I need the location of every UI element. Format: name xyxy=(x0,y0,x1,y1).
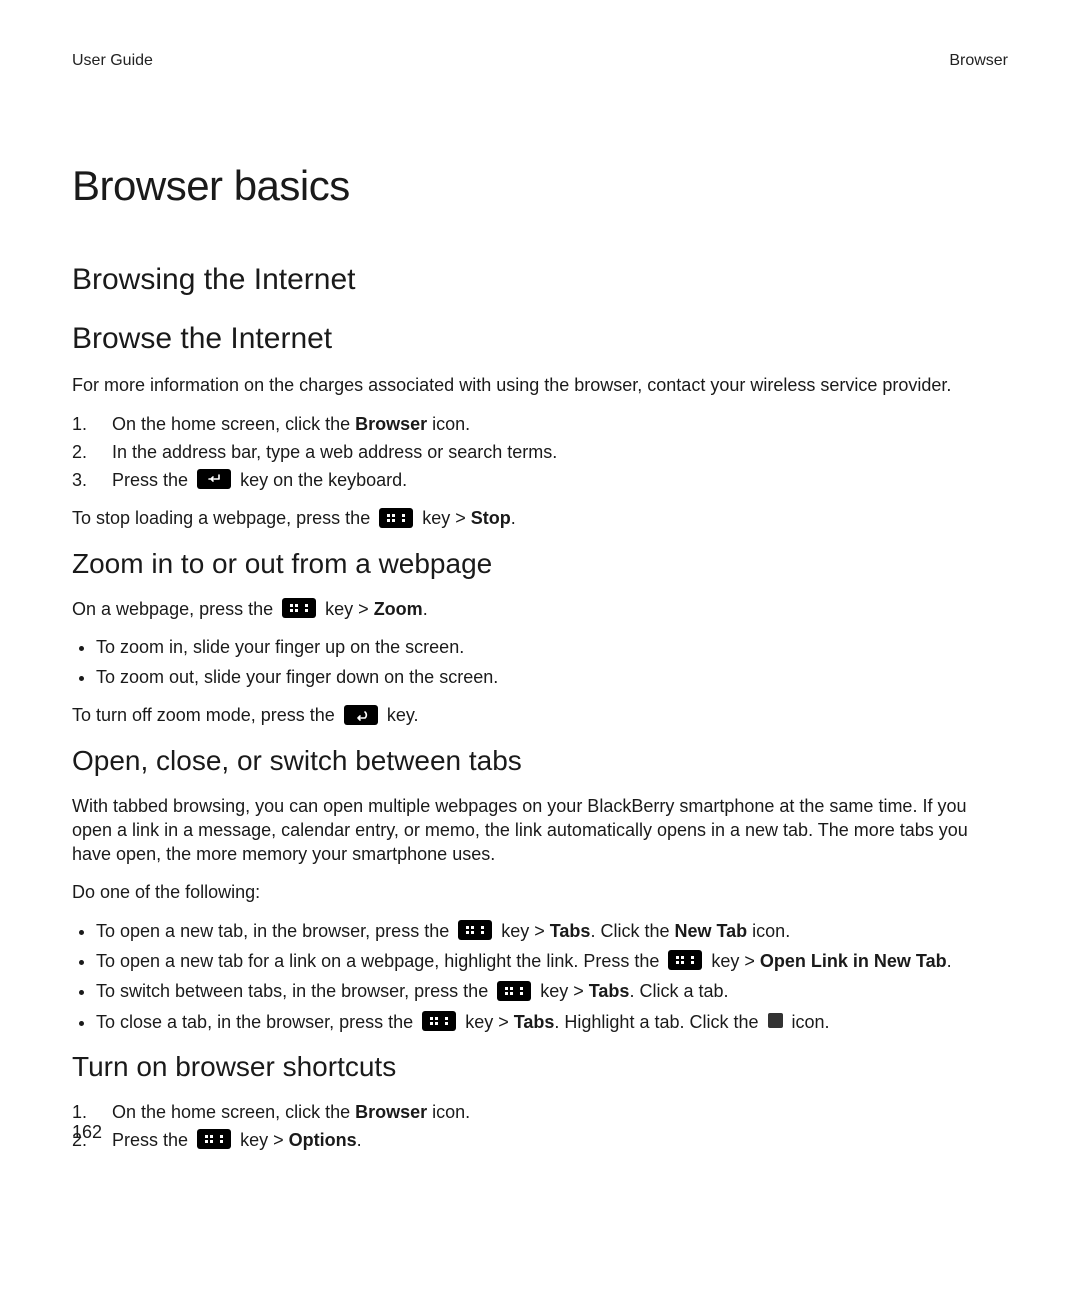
bullet-list: To zoom in, slide your finger up on the … xyxy=(72,635,1008,690)
paragraph: On a webpage, press the key > Zoom. xyxy=(72,597,1008,621)
body-text: key > xyxy=(422,508,471,528)
list-text: To zoom in, slide your finger up on the … xyxy=(96,637,464,657)
step-text: Press the xyxy=(112,470,193,490)
body-text: key > xyxy=(325,599,374,619)
bold-text: New Tab xyxy=(674,921,747,941)
subsection-heading-zoom: Zoom in to or out from a webpage xyxy=(72,545,1008,583)
step-text: In the address bar, type a web address o… xyxy=(112,442,557,462)
list-text: To switch between tabs, in the browser, … xyxy=(96,981,493,1001)
list-text: icon. xyxy=(747,921,790,941)
step-text: . xyxy=(357,1130,362,1150)
blackberry-menu-icon xyxy=(282,598,316,618)
list-item: To zoom out, slide your finger down on t… xyxy=(96,665,1008,689)
enter-key-icon xyxy=(197,469,231,489)
list-text: To close a tab, in the browser, press th… xyxy=(96,1012,418,1032)
body-text: . xyxy=(511,508,516,528)
list-text: icon. xyxy=(792,1012,830,1032)
bold-text: Tabs xyxy=(514,1012,555,1032)
header-left: User Guide xyxy=(72,50,153,72)
blackberry-menu-icon xyxy=(379,508,413,528)
step-item: Press the key > Options. xyxy=(72,1128,1008,1152)
list-text: key > xyxy=(540,981,589,1001)
list-text: key > xyxy=(501,921,550,941)
blackberry-menu-icon xyxy=(422,1011,456,1031)
bold-text: Browser xyxy=(355,1102,427,1122)
bold-text: Zoom xyxy=(374,599,423,619)
bold-text: Options xyxy=(289,1130,357,1150)
body-text: key. xyxy=(387,705,419,725)
header-right: Browser xyxy=(949,50,1008,72)
list-item: To open a new tab for a link on a webpag… xyxy=(96,949,1008,973)
document-page: User Guide Browser Browser basics Browsi… xyxy=(0,0,1080,1296)
step-text: On the home screen, click the xyxy=(112,414,355,434)
paragraph: With tabbed browsing, you can open multi… xyxy=(72,794,1008,867)
list-item: To switch between tabs, in the browser, … xyxy=(96,979,1008,1003)
blackberry-menu-icon xyxy=(458,920,492,940)
paragraph: To stop loading a webpage, press the key… xyxy=(72,506,1008,530)
list-item: To open a new tab, in the browser, press… xyxy=(96,919,1008,943)
page-number: 162 xyxy=(72,1120,102,1144)
step-text: key > xyxy=(240,1130,289,1150)
step-text: icon. xyxy=(427,414,470,434)
list-text: To open a new tab, in the browser, press… xyxy=(96,921,454,941)
step-item: On the home screen, click the Browser ic… xyxy=(72,412,1008,436)
step-item: In the address bar, type a web address o… xyxy=(72,440,1008,464)
step-text: Press the xyxy=(112,1130,193,1150)
bold-text: Open Link in New Tab xyxy=(760,951,947,971)
step-text: key on the keyboard. xyxy=(240,470,407,490)
paragraph: For more information on the charges asso… xyxy=(72,373,1008,397)
list-text: key > xyxy=(465,1012,514,1032)
page-title: Browser basics xyxy=(72,158,1008,215)
bold-text: Browser xyxy=(355,414,427,434)
body-text: On a webpage, press the xyxy=(72,599,278,619)
bullet-list: To open a new tab, in the browser, press… xyxy=(72,919,1008,1034)
step-item: Press the key on the keyboard. xyxy=(72,468,1008,492)
list-item: To close a tab, in the browser, press th… xyxy=(96,1010,1008,1034)
list-text: . Highlight a tab. Click the xyxy=(554,1012,763,1032)
step-text: On the home screen, click the xyxy=(112,1102,355,1122)
subsection-heading-tabs: Open, close, or switch between tabs xyxy=(72,742,1008,780)
step-item: On the home screen, click the Browser ic… xyxy=(72,1100,1008,1124)
list-text: . Click the xyxy=(590,921,674,941)
paragraph: To turn off zoom mode, press the key. xyxy=(72,703,1008,727)
paragraph: Do one of the following: xyxy=(72,880,1008,904)
body-text: . xyxy=(423,599,428,619)
list-text: . Click a tab. xyxy=(629,981,728,1001)
close-icon xyxy=(768,1013,783,1028)
ordered-steps: On the home screen, click the Browser ic… xyxy=(72,1100,1008,1153)
list-item: To zoom in, slide your finger up on the … xyxy=(96,635,1008,659)
back-key-icon xyxy=(344,705,378,725)
list-text: . xyxy=(947,951,952,971)
bold-text: Tabs xyxy=(589,981,630,1001)
list-text: To zoom out, slide your finger down on t… xyxy=(96,667,498,687)
body-text: To stop loading a webpage, press the xyxy=(72,508,375,528)
step-text: icon. xyxy=(427,1102,470,1122)
running-header: User Guide Browser xyxy=(72,50,1008,72)
section-heading-browsing: Browsing the Internet xyxy=(72,260,1008,301)
blackberry-menu-icon xyxy=(497,981,531,1001)
bold-text: Stop xyxy=(471,508,511,528)
list-text: key > xyxy=(711,951,760,971)
blackberry-menu-icon xyxy=(197,1129,231,1149)
list-text: To open a new tab for a link on a webpag… xyxy=(96,951,664,971)
ordered-steps: On the home screen, click the Browser ic… xyxy=(72,412,1008,493)
body-text: To turn off zoom mode, press the xyxy=(72,705,340,725)
bold-text: Tabs xyxy=(550,921,591,941)
subsection-heading-browse: Browse the Internet xyxy=(72,319,1008,360)
subsection-heading-shortcuts: Turn on browser shortcuts xyxy=(72,1048,1008,1086)
blackberry-menu-icon xyxy=(668,950,702,970)
